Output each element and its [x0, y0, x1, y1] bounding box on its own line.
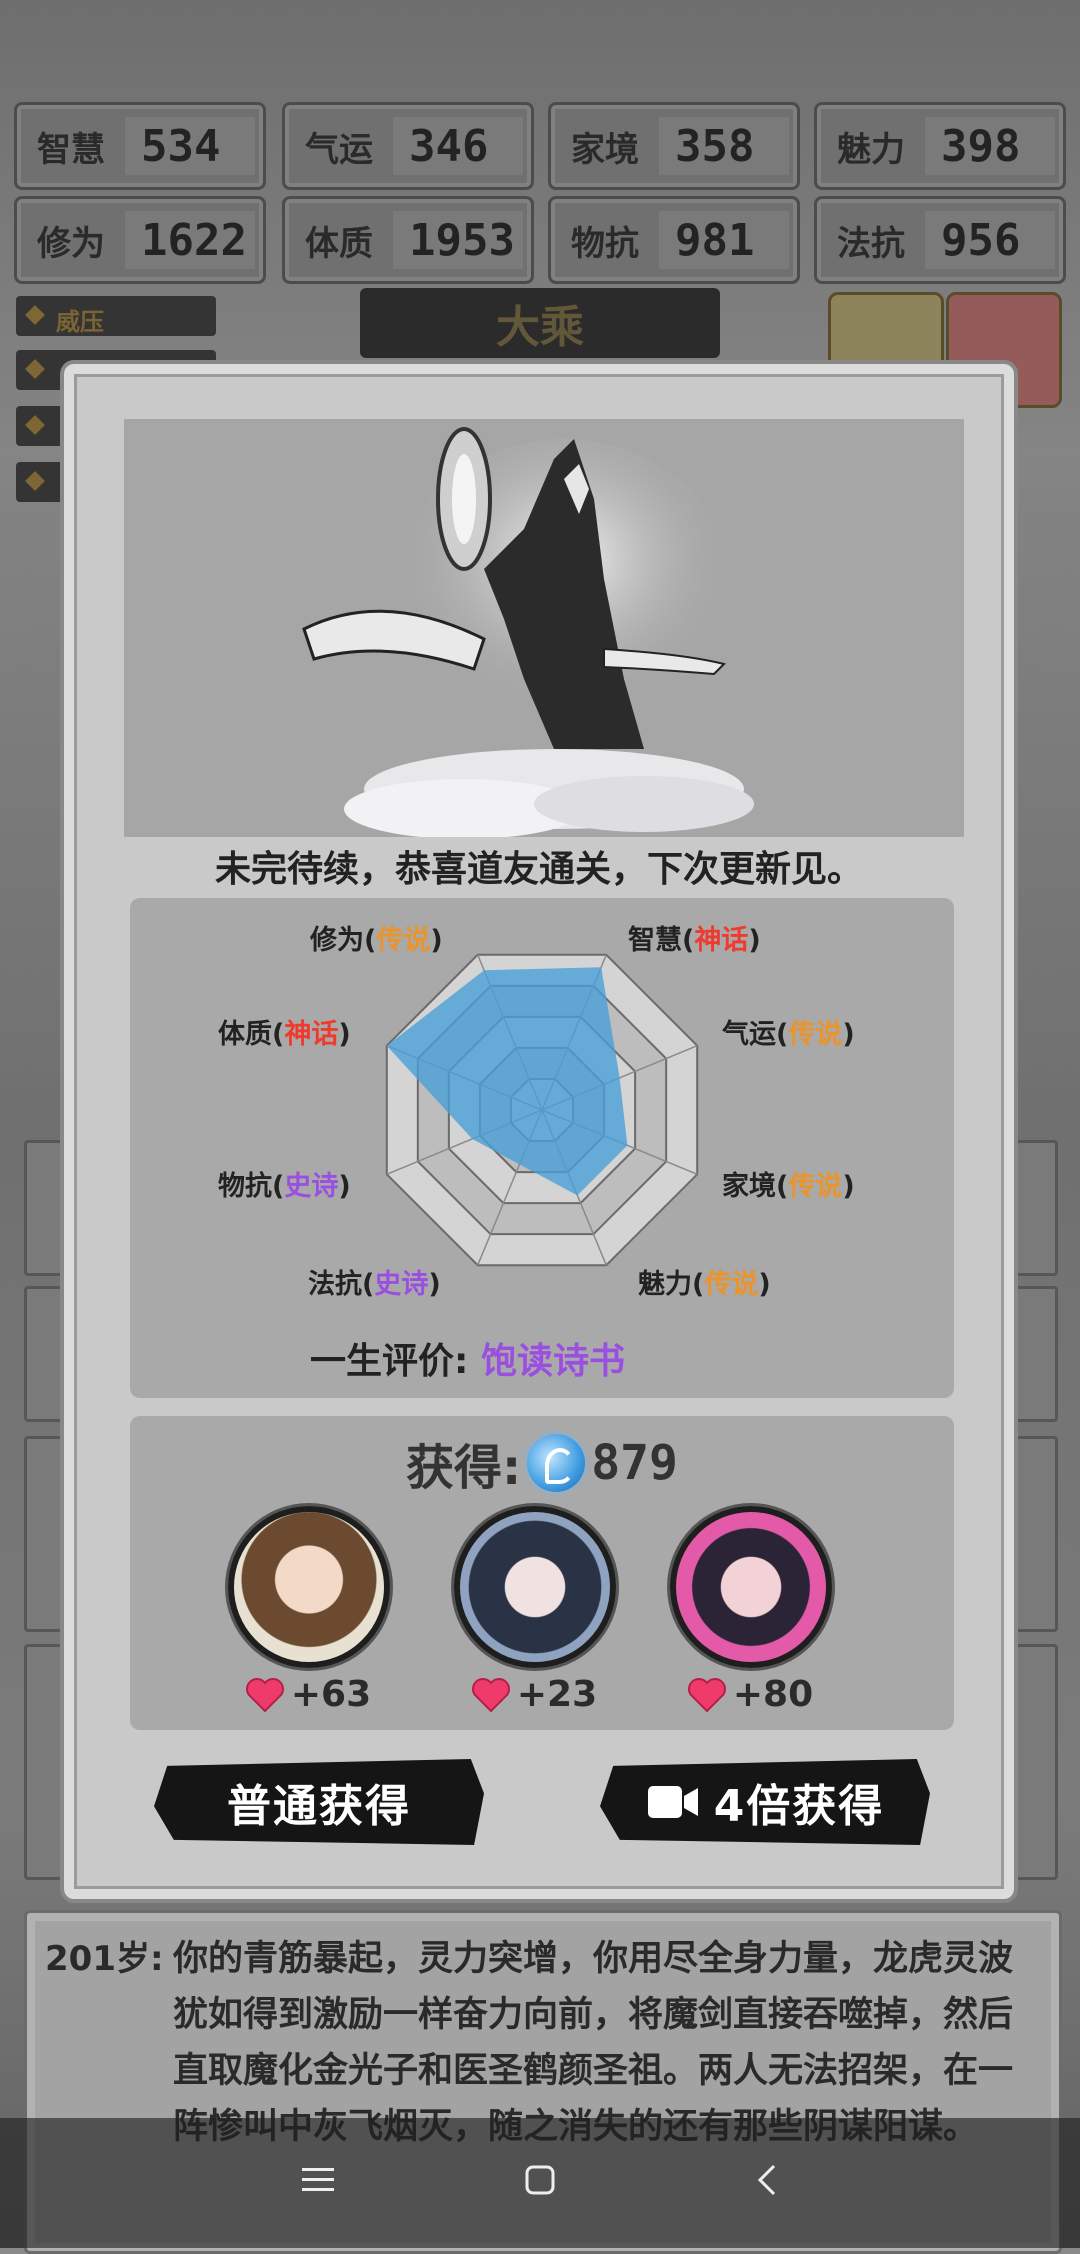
- companion-reward: +63: [228, 1506, 390, 1715]
- gain-label: 获得:: [406, 1440, 522, 1496]
- gain-amount: 879: [591, 1435, 678, 1491]
- home-icon[interactable]: [522, 2162, 558, 2198]
- menu-icon[interactable]: [298, 2162, 338, 2198]
- radar-label-phys-resist: 物抗(史诗): [218, 1171, 351, 1202]
- affection-bonus: +63: [290, 1674, 372, 1715]
- system-nav-bar: [0, 2118, 1080, 2248]
- ascension-illustration: [124, 419, 964, 837]
- heart-icon: [471, 1677, 510, 1712]
- attribute-radar-panel: 修为(传说) 智慧(神话) 气运(传说) 家境(传说) 魅力(传说) 法抗(史诗…: [130, 898, 954, 1398]
- ad-claim-label: 4倍获得: [713, 1781, 885, 1832]
- life-evaluation: 一生评价: 饱读诗书: [310, 1332, 625, 1384]
- evaluation-value: 饱读诗书: [480, 1341, 625, 1382]
- heart-icon: [245, 1677, 284, 1712]
- radar-label-wisdom: 智慧(神话): [628, 925, 761, 956]
- story-age: 201岁:: [45, 1939, 164, 1979]
- spirit-orb-icon: [527, 1434, 586, 1492]
- affection-bonus: +23: [516, 1674, 598, 1715]
- reward-gain: 获得: 879: [130, 1428, 954, 1498]
- back-icon[interactable]: [752, 2162, 782, 2198]
- completion-message: 未完待续，恭喜道友通关，下次更新见。: [214, 849, 863, 890]
- affection-bonus: +80: [732, 1674, 814, 1715]
- radar-label-constitution: 体质(神话): [218, 1019, 351, 1050]
- heart-icon: [687, 1677, 726, 1712]
- companion-portrait: [228, 1506, 390, 1668]
- radar-label-family: 家境(传说): [722, 1171, 855, 1202]
- radar-label-cultivation: 修为(传说): [310, 925, 443, 956]
- companion-reward: +23: [454, 1506, 616, 1715]
- radar-label-charm: 魅力(传说): [638, 1269, 771, 1300]
- radar-label-magic-resist: 法抗(史诗): [308, 1269, 441, 1300]
- ad-claim-4x-button[interactable]: 4倍获得: [600, 1759, 930, 1845]
- ascension-modal: 未完待续，恭喜道友通关，下次更新见。 修为(传说) 智慧(神话) 气运(传说) …: [60, 360, 1018, 1903]
- attribute-radar-chart: [385, 953, 699, 1267]
- immortal-figure-image: [124, 419, 964, 837]
- companion-reward: +80: [670, 1506, 832, 1715]
- radar-label-luck: 气运(传说): [722, 1019, 855, 1050]
- normal-claim-label: 普通获得: [227, 1781, 411, 1832]
- companion-portrait: [454, 1506, 616, 1668]
- companion-portrait: [670, 1506, 832, 1668]
- reward-panel: 获得: 879 +63 +23 +80: [130, 1416, 954, 1730]
- video-camera-icon: [647, 1786, 698, 1818]
- normal-claim-button[interactable]: 普通获得: [154, 1759, 484, 1845]
- evaluation-label: 一生评价:: [310, 1341, 469, 1382]
